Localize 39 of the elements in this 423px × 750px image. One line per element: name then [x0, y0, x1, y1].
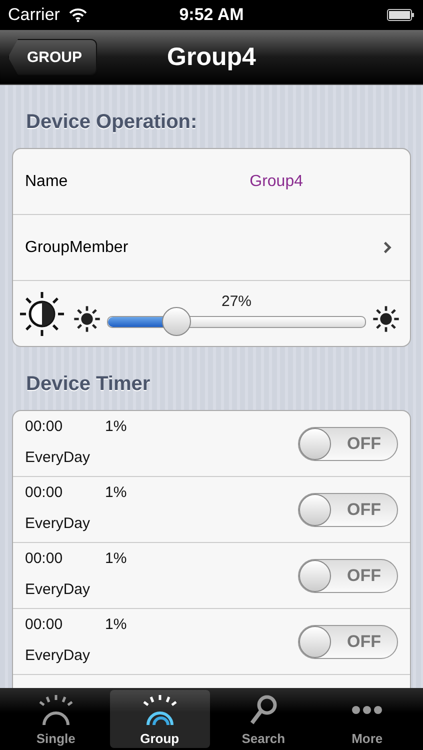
group-member-label: GroupMember: [25, 238, 128, 256]
brightness-slider[interactable]: [107, 307, 366, 336]
timer-repeat: EveryDay: [25, 448, 92, 466]
timer-switch[interactable]: OFF: [298, 426, 398, 460]
timer-percent: 1%: [105, 550, 127, 566]
tab-item[interactable]: Single: [6, 690, 106, 748]
timer-time: 00:00: [25, 418, 64, 434]
slider-thumb[interactable]: [162, 307, 191, 336]
wifi-icon: [68, 8, 88, 22]
timer-percent: 1%: [105, 418, 127, 434]
brightness-reading: 27%: [221, 293, 252, 310]
tab-item[interactable]: Group: [110, 690, 210, 748]
timer-time: 00:00: [25, 616, 64, 632]
timer-switch[interactable]: OFF: [298, 558, 398, 592]
timer-percent: 1%: [105, 616, 127, 632]
timer-time: 00:00: [25, 484, 64, 500]
timer-repeat: EveryDay: [25, 646, 92, 664]
name-value: Group4: [250, 172, 303, 190]
name-label: Name: [25, 172, 68, 190]
back-button[interactable]: GROUP: [8, 39, 98, 75]
bright-sun-icon: [372, 304, 400, 332]
timer-time: 00:00: [25, 550, 64, 566]
timer-percent: 1%: [105, 484, 127, 500]
timer-repeat: EveryDay: [25, 514, 92, 532]
group-member-row[interactable]: GroupMember: [13, 215, 410, 281]
more-icon: [351, 705, 384, 715]
carrier-text: Carrier: [8, 5, 60, 25]
tab-item[interactable]: Search: [213, 690, 314, 748]
timer-switch[interactable]: OFF: [298, 624, 398, 658]
screen-title: Group4: [167, 42, 256, 72]
tab-item[interactable]: More: [317, 690, 418, 748]
section-header: Device Timer: [26, 373, 152, 396]
chevron-icon: [383, 241, 392, 254]
timer-switch[interactable]: OFF: [298, 492, 398, 526]
battery-icon: [387, 9, 415, 21]
clock-text: 9:52 AM: [179, 5, 244, 25]
section-header: Device Operation:: [26, 111, 198, 134]
dim-sun-icon: [73, 304, 101, 332]
timer-repeat: EveryDay: [25, 580, 92, 598]
